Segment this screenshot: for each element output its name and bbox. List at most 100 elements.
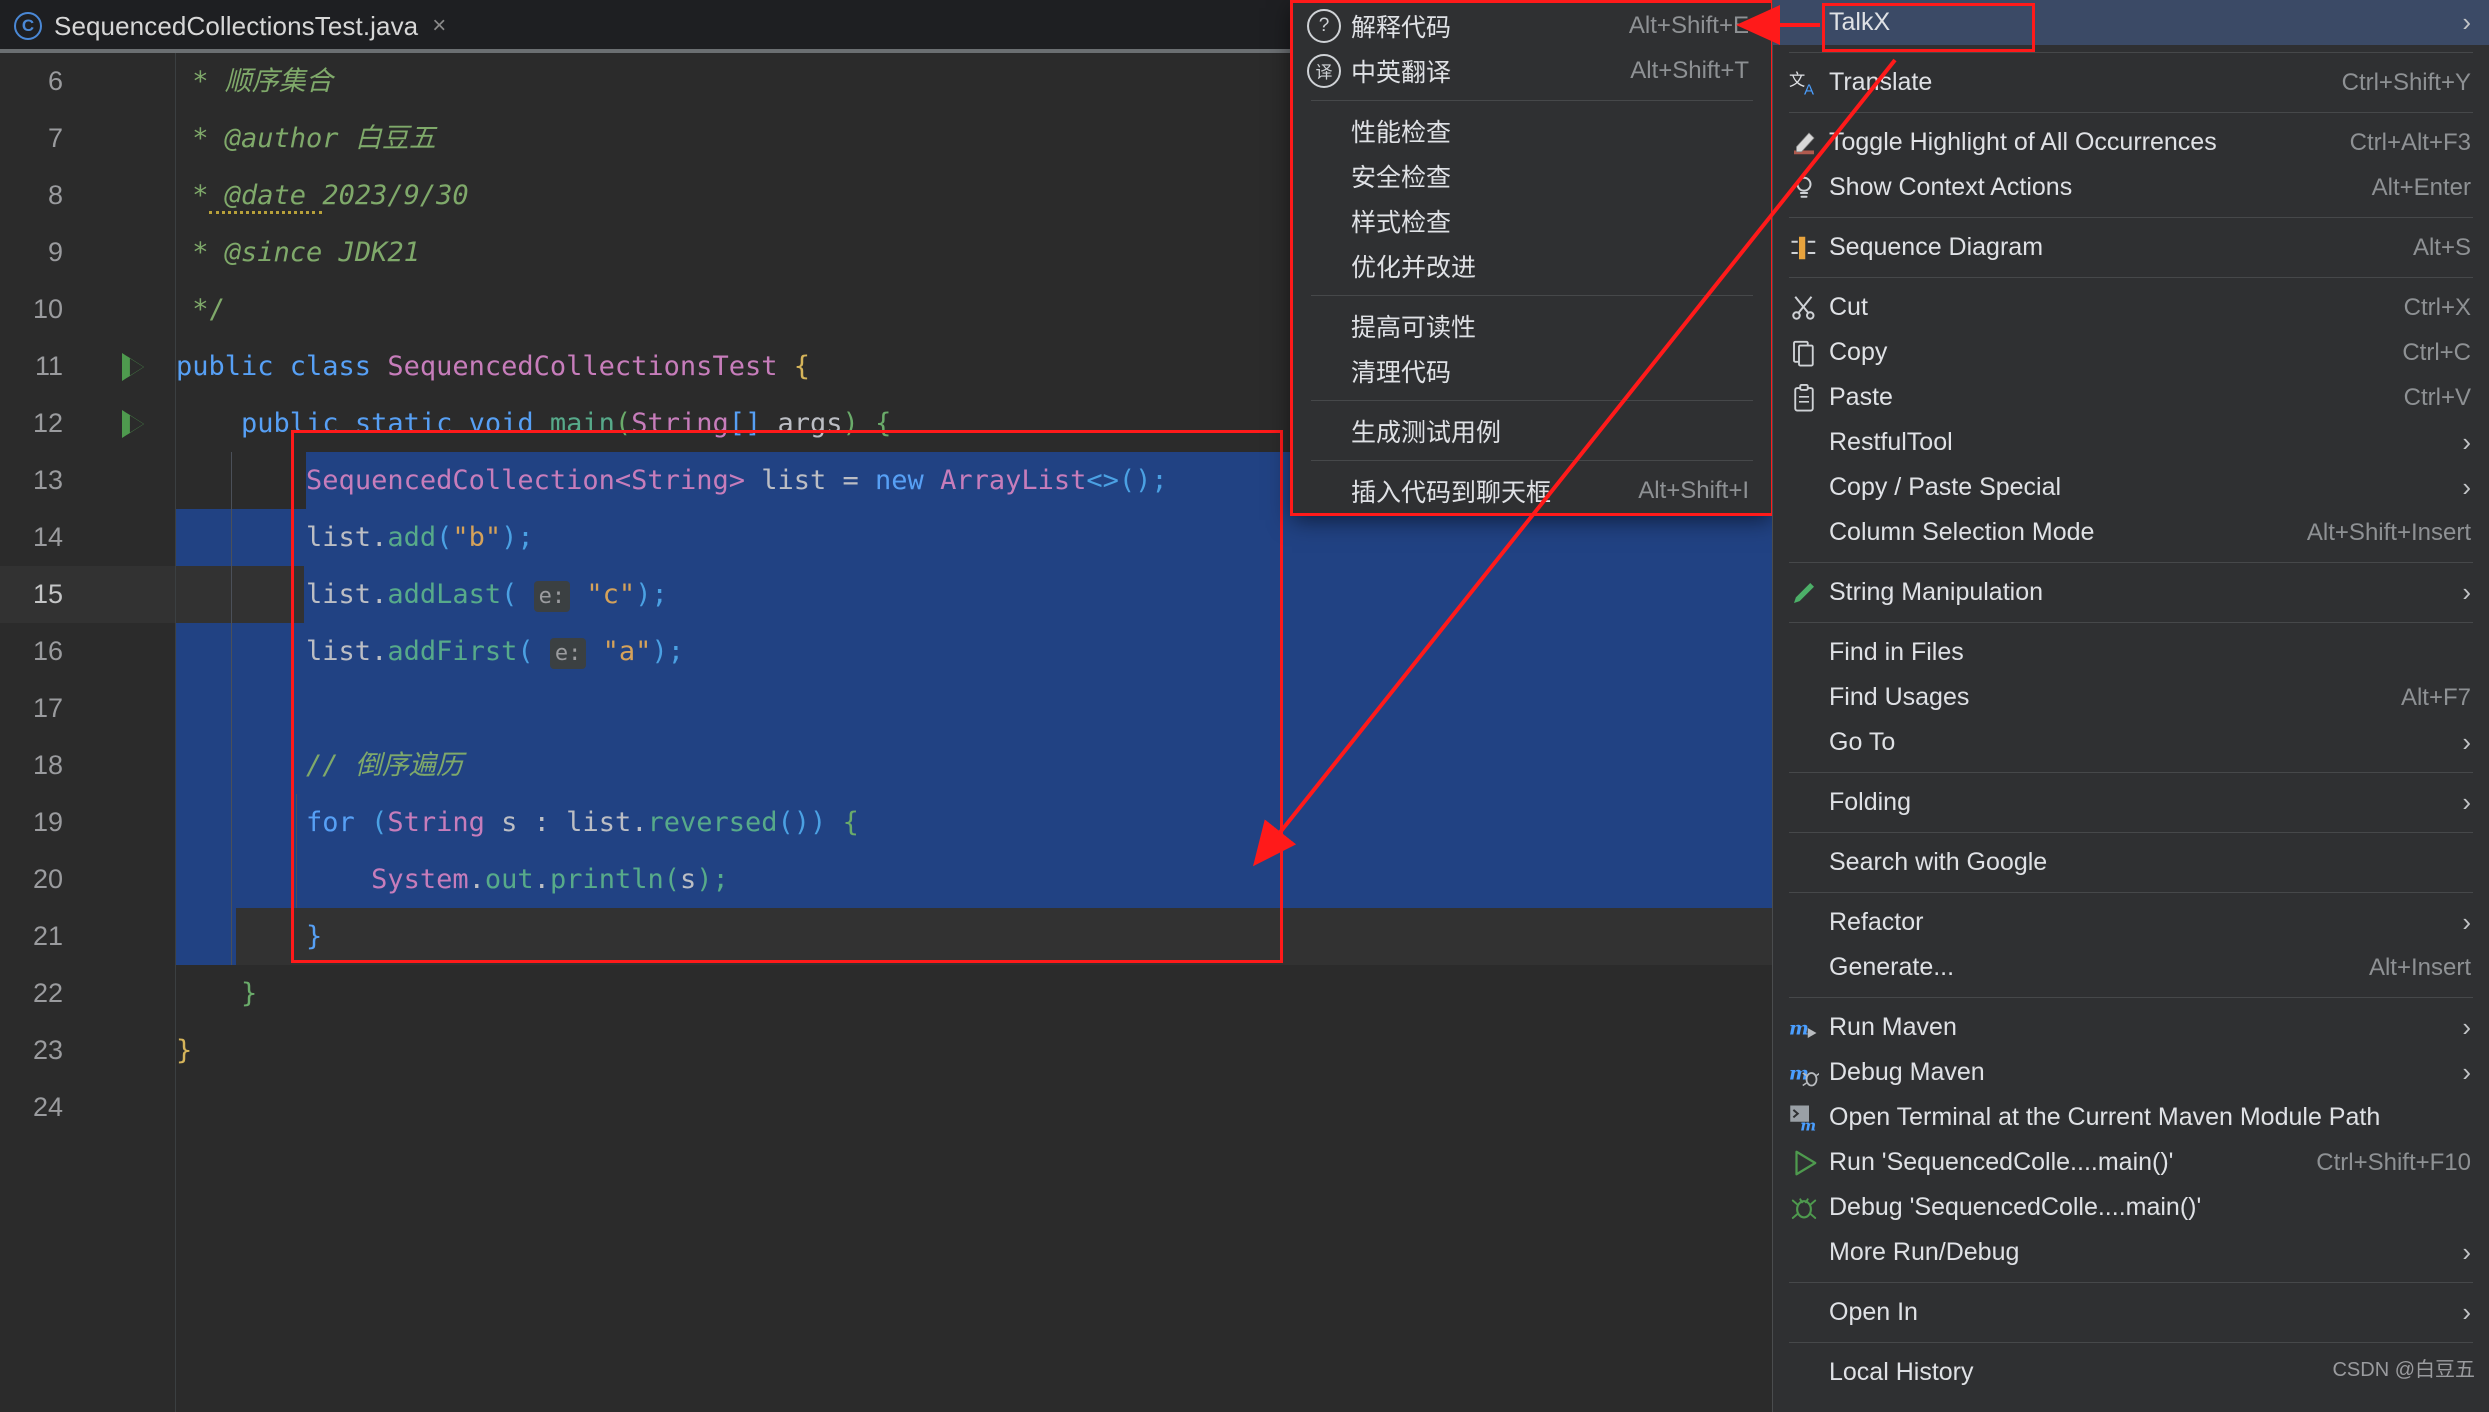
- gutter-row[interactable]: 20: [0, 851, 175, 908]
- gutter-row[interactable]: 14: [0, 509, 175, 566]
- talkx-menu-item-label: 解释代码: [1351, 13, 1452, 42]
- run-gutter-icon[interactable]: [122, 353, 144, 381]
- context-menu-item-label: Column Selection Mode: [1829, 518, 2095, 546]
- context-menu-item[interactable]: TalkX ›: [1773, 0, 2489, 45]
- gutter-row[interactable]: 10: [0, 281, 175, 338]
- context-menu-item[interactable]: Refactor ›: [1773, 900, 2489, 945]
- gutter-row[interactable]: 8: [0, 167, 175, 224]
- pencil-icon: [1787, 576, 1821, 610]
- line-number: 7: [47, 123, 63, 153]
- gutter-row[interactable]: 12: [0, 395, 175, 452]
- talkx-menu-item-label: 生成测试用例: [1351, 418, 1502, 447]
- context-menu-item[interactable]: Show Context Actions Alt+Enter: [1773, 165, 2489, 210]
- context-menu-item[interactable]: Find in Files: [1773, 630, 2489, 675]
- chevron-right-icon: ›: [2462, 787, 2471, 817]
- code-line: public class SequencedCollectionsTest {: [176, 351, 810, 382]
- context-menu-item[interactable]: Copy / Paste Special ›: [1773, 465, 2489, 510]
- line-number: 6: [47, 66, 63, 96]
- gutter-row[interactable]: 6: [0, 53, 175, 110]
- gutter-row[interactable]: 19: [0, 794, 175, 851]
- menu-item-icon-placeholder: [1787, 951, 1821, 985]
- editor-tab[interactable]: C SequencedCollectionsTest.java ×: [0, 0, 464, 52]
- talkx-menu-item[interactable]: 性能检查: [1293, 108, 1771, 153]
- context-menu-item[interactable]: Find Usages Alt+F7: [1773, 675, 2489, 720]
- talkx-submenu-list[interactable]: ? 解释代码 Alt+Shift+E 译中英翻译 Alt+Shift+T 性能检查 安全检查…: [1293, 3, 1771, 513]
- context-menu-item[interactable]: Cut Ctrl+X: [1773, 285, 2489, 330]
- line-number: 21: [32, 921, 63, 951]
- context-menu-item[interactable]: More Run/Debug ›: [1773, 1230, 2489, 1275]
- run-gutter-icon[interactable]: [122, 410, 144, 438]
- context-menu-list[interactable]: TalkX › 文 A Translate Ctrl+Shift+Y Toggle High…: [1773, 0, 2489, 1395]
- gutter-row[interactable]: 7: [0, 110, 175, 167]
- talkx-menu-item[interactable]: 插入代码到聊天框 Alt+Shift+I: [1293, 468, 1771, 513]
- context-menu-item[interactable]: Toggle Highlight of All Occurrences Ctrl+…: [1773, 120, 2489, 165]
- context-menu-item[interactable]: m Debug Maven ›: [1773, 1050, 2489, 1095]
- gutter-row[interactable]: 23: [0, 1022, 175, 1079]
- gutter-row[interactable]: 22: [0, 965, 175, 1022]
- debug-icon: [1787, 1191, 1821, 1225]
- context-menu-item[interactable]: m Run Maven ›: [1773, 1005, 2489, 1050]
- editor-gutter[interactable]: 6 7 8 9 10 11 12 13 14 15 16 17 18 19 20 21 22 23 24: [0, 53, 176, 1412]
- context-menu-item[interactable]: Sequence Diagram Alt+S: [1773, 225, 2489, 270]
- menu-item-icon-placeholder: [1787, 636, 1821, 670]
- context-menu-item-label: Find Usages: [1829, 683, 1970, 711]
- close-icon[interactable]: ×: [432, 12, 446, 40]
- context-menu-item-label: Debug 'SequencedColle....main()': [1829, 1193, 2202, 1221]
- line-number: 9: [47, 237, 63, 267]
- gutter-row[interactable]: 11: [0, 338, 175, 395]
- context-menu-item[interactable]: Go To ›: [1773, 720, 2489, 765]
- sequence-diagram-icon: [1787, 231, 1821, 265]
- context-menu-item[interactable]: Generate... Alt+Insert: [1773, 945, 2489, 990]
- code-line: */: [176, 294, 225, 325]
- menu-separator: [1789, 1282, 2473, 1283]
- talkx-menu-item[interactable]: 安全检查: [1293, 153, 1771, 198]
- gutter-row[interactable]: 9: [0, 224, 175, 281]
- context-menu-item[interactable]: Open In ›: [1773, 1290, 2489, 1335]
- talkx-menu-item[interactable]: 清理代码: [1293, 348, 1771, 393]
- context-menu-item[interactable]: Paste Ctrl+V: [1773, 375, 2489, 420]
- menu-item-icon-placeholder: [1787, 726, 1821, 760]
- context-menu-item[interactable]: 文 A Translate Ctrl+Shift+Y: [1773, 60, 2489, 105]
- talkx-menu-item[interactable]: 生成测试用例: [1293, 408, 1771, 453]
- gutter-row[interactable]: 16: [0, 623, 175, 680]
- editor-context-menu[interactable]: TalkX › 文 A Translate Ctrl+Shift+Y Toggle High…: [1772, 0, 2489, 1412]
- code-line: // 倒序遍历: [306, 750, 463, 781]
- gutter-row[interactable]: 17: [0, 680, 175, 737]
- context-menu-item-label: Debug Maven: [1829, 1058, 1985, 1086]
- context-menu-item[interactable]: String Manipulation ›: [1773, 570, 2489, 615]
- menu-separator: [1789, 997, 2473, 998]
- talkx-menu-item[interactable]: 优化并改进: [1293, 243, 1771, 288]
- talkx-menu-item[interactable]: 样式检查: [1293, 198, 1771, 243]
- maven-debug-icon: m: [1787, 1056, 1821, 1090]
- context-menu-item-label: Find in Files: [1829, 638, 1964, 666]
- context-menu-item[interactable]: Copy Ctrl+C: [1773, 330, 2489, 375]
- context-menu-item[interactable]: Run 'SequencedColle....main()' Ctrl+Shift…: [1773, 1140, 2489, 1185]
- context-menu-item[interactable]: Folding ›: [1773, 780, 2489, 825]
- menu-separator: [1789, 832, 2473, 833]
- chevron-right-icon: ›: [2462, 1012, 2471, 1042]
- run-icon: [1787, 1146, 1821, 1180]
- context-menu-item-label: Translate: [1829, 68, 1933, 96]
- code-line: }: [176, 1035, 193, 1066]
- context-menu-item-shortcut: Ctrl+V: [2403, 383, 2471, 411]
- talkx-menu-item[interactable]: 译中英翻译 Alt+Shift+T: [1293, 48, 1771, 93]
- gutter-row[interactable]: 21: [0, 908, 175, 965]
- gutter-row[interactable]: 24: [0, 1079, 175, 1136]
- gutter-row[interactable]: 15: [0, 566, 175, 623]
- code-line: list.addFirst( e: "a");: [176, 636, 684, 669]
- context-menu-item[interactable]: RestfulTool ›: [1773, 420, 2489, 465]
- talkx-menu-item[interactable]: ? 解释代码 Alt+Shift+E: [1293, 3, 1771, 48]
- talkx-submenu[interactable]: ? 解释代码 Alt+Shift+E 译中英翻译 Alt+Shift+T 性能检查 安全检查…: [1290, 0, 1774, 516]
- maven-run-icon: m: [1787, 1011, 1821, 1045]
- line-number: 10: [32, 294, 63, 324]
- context-menu-item[interactable]: Search with Google: [1773, 840, 2489, 885]
- context-menu-item[interactable]: Column Selection Mode Alt+Shift+Insert: [1773, 510, 2489, 555]
- context-menu-item-label: Generate...: [1829, 953, 1955, 981]
- talkx-menu-item-label: 清理代码: [1351, 358, 1452, 387]
- gutter-row[interactable]: 13: [0, 452, 175, 509]
- context-menu-item[interactable]: m Open Terminal at the Current Maven Modu…: [1773, 1095, 2489, 1140]
- gutter-row[interactable]: 18: [0, 737, 175, 794]
- translate-circle-icon: 译: [1307, 53, 1341, 88]
- context-menu-item[interactable]: Debug 'SequencedColle....main()': [1773, 1185, 2489, 1230]
- talkx-menu-item[interactable]: 提高可读性: [1293, 303, 1771, 348]
